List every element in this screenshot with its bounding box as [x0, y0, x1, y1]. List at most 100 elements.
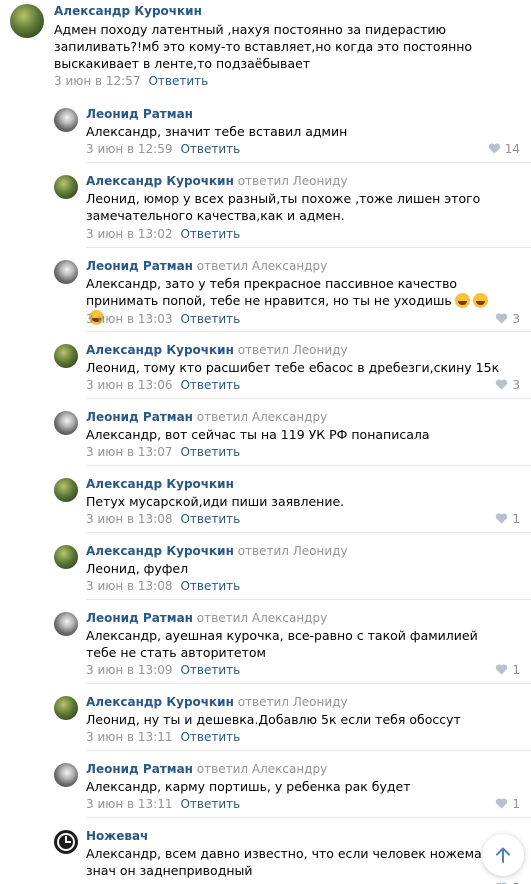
replied-to[interactable]: ответил Александру	[197, 259, 327, 273]
comment-body: , ну ты и дешевка.Добавлю 5к если тебя о…	[135, 712, 461, 727]
address-name[interactable]: Александр	[86, 846, 157, 861]
avatar[interactable]	[54, 175, 78, 199]
reply-button[interactable]: Ответить	[148, 74, 208, 88]
reply-button[interactable]: Ответить	[180, 312, 240, 326]
reply-button[interactable]: Ответить	[180, 797, 240, 811]
address-name[interactable]: Александр	[86, 628, 157, 643]
reply-button[interactable]: Ответить	[180, 512, 240, 526]
scroll-top-button[interactable]	[482, 834, 524, 876]
author-link[interactable]: Ножевач	[86, 829, 148, 843]
like-button[interactable]: 14	[488, 142, 520, 156]
heart-icon	[496, 513, 508, 524]
comment-meta: 3 июн в 12:57 Ответить	[54, 74, 208, 88]
comment-date[interactable]: 3 июн в 13:02	[86, 227, 172, 241]
author-link[interactable]: Леонид Ратман	[86, 259, 193, 273]
comment-date[interactable]: 3 июн в 13:11	[86, 730, 172, 744]
address-name[interactable]: Александр	[86, 276, 157, 291]
heart-icon	[488, 143, 500, 154]
comment-date[interactable]: 3 июн в 13:11	[86, 797, 172, 811]
author-link[interactable]: Леонид Ратман	[86, 107, 193, 121]
avatar[interactable]	[54, 545, 78, 569]
replied-to[interactable]: ответил Александру	[197, 611, 327, 625]
author-link[interactable]: Александр Курочкин	[86, 695, 234, 709]
comment-item: Леонид Ратман ответил Александру Алексан…	[54, 247, 531, 331]
author-link[interactable]: Александр Курочкин	[86, 174, 234, 188]
author-link[interactable]: Леонид Ратман	[86, 611, 193, 625]
arrow-up-icon	[496, 847, 510, 863]
reply-button[interactable]: Ответить	[180, 579, 240, 593]
comment-body: , вот сейчас ты на 119 УК РФ понаписала	[157, 427, 430, 442]
author-link[interactable]: Александр Курочкин	[54, 4, 202, 18]
author-link[interactable]: Леонид Ратман	[86, 762, 193, 776]
reply-button[interactable]: Ответить	[180, 730, 240, 744]
address-name[interactable]: Леонид	[86, 360, 136, 375]
replied-to[interactable]: ответил Леониду	[238, 174, 348, 188]
clock-hand	[65, 841, 71, 843]
like-button[interactable]: 3	[495, 378, 520, 392]
address-name[interactable]: Леонид	[86, 712, 136, 727]
reply-button[interactable]: Ответить	[180, 378, 240, 392]
like-count: 1	[512, 663, 520, 677]
author-link[interactable]: Александр Курочкин	[86, 544, 234, 558]
address-name[interactable]: Александр	[86, 124, 157, 139]
replied-to[interactable]: ответил Леониду	[238, 695, 348, 709]
like-button[interactable]: 1	[495, 797, 520, 811]
replied-to[interactable]: ответил Александру	[197, 410, 327, 424]
comment-date[interactable]: 3 июн в 13:09	[86, 663, 172, 677]
comment-meta: 3 июн в 13:03 Ответить	[86, 312, 240, 326]
comment-date[interactable]: 3 июн в 13:06	[86, 378, 172, 392]
address-name[interactable]: Леонид	[86, 191, 136, 206]
comment-header: Леонид Ратман	[86, 107, 193, 121]
replied-to[interactable]: ответил Леониду	[238, 544, 348, 558]
like-button[interactable]: 1	[495, 663, 520, 677]
comment-text: Леонид, юмор у всех разный,ты похоже ,то…	[86, 190, 501, 224]
heart-icon	[496, 313, 508, 324]
comment-meta: 3 июн в 13:08 Ответить	[86, 512, 240, 526]
avatar[interactable]	[54, 612, 78, 636]
address-name[interactable]: Александр	[86, 779, 157, 794]
comment-item: Леонид Ратман ответил Александру Алексан…	[54, 398, 531, 464]
comment-text: Александр, всем давно известно, что если…	[86, 845, 501, 879]
comment-body: Петух мусарской,иди пиши заявление.	[86, 494, 345, 509]
comment-text: Леонид, фуфел	[86, 560, 501, 577]
comment-date[interactable]: 3 июн в 13:07	[86, 445, 172, 459]
like-button[interactable]: 1	[495, 512, 520, 526]
replied-to[interactable]: ответил Леониду	[238, 343, 348, 357]
avatar[interactable]	[10, 4, 44, 38]
like-count: 1	[512, 797, 520, 811]
comment-header: Леонид Ратман ответил Александру	[86, 611, 327, 625]
comment-item: Александр Курочкин Петух мусарской,иди п…	[54, 465, 531, 531]
author-link[interactable]: Александр Курочкин	[86, 477, 234, 491]
comment-header: Александр Курочкин ответил Леониду	[86, 343, 348, 357]
avatar[interactable]	[54, 696, 78, 720]
comment-item: Александр Курочкин ответил Леониду Леони…	[54, 532, 531, 598]
address-name[interactable]: Леонид	[86, 561, 136, 576]
like-button[interactable]: 3	[495, 312, 520, 326]
avatar[interactable]	[54, 260, 78, 284]
author-link[interactable]: Александр Курочкин	[86, 343, 234, 357]
comment-date[interactable]: 3 июн в 12:59	[86, 142, 172, 156]
avatar[interactable]	[54, 763, 78, 787]
comment-date[interactable]: 3 июн в 13:08	[86, 579, 172, 593]
replied-to[interactable]: ответил Александру	[197, 762, 327, 776]
reply-button[interactable]: Ответить	[180, 227, 240, 241]
reply-button[interactable]: Ответить	[180, 445, 240, 459]
reply-button[interactable]: Ответить	[180, 142, 240, 156]
like-count: 14	[504, 142, 520, 156]
comment-date[interactable]: 3 июн в 13:03	[86, 312, 172, 326]
like-count: 3	[512, 312, 520, 326]
comment-date[interactable]: 3 июн в 13:08	[86, 512, 172, 526]
avatar[interactable]	[54, 344, 78, 368]
comment-meta: 3 июн в 13:07 Ответить	[86, 445, 240, 459]
clock-icon[interactable]	[54, 830, 78, 854]
comment-date[interactable]: 3 июн в 12:57	[54, 74, 140, 88]
reply-button[interactable]: Ответить	[180, 663, 240, 677]
avatar[interactable]	[54, 478, 78, 502]
grinning-emoji-icon	[472, 293, 488, 308]
avatar[interactable]	[54, 108, 78, 132]
address-name[interactable]: Александр	[86, 427, 157, 442]
comment-meta: 3 июн в 13:02 Ответить	[86, 227, 240, 241]
comment-header: Александр Курочкин	[54, 4, 202, 18]
author-link[interactable]: Леонид Ратман	[86, 410, 193, 424]
avatar[interactable]	[54, 411, 78, 435]
